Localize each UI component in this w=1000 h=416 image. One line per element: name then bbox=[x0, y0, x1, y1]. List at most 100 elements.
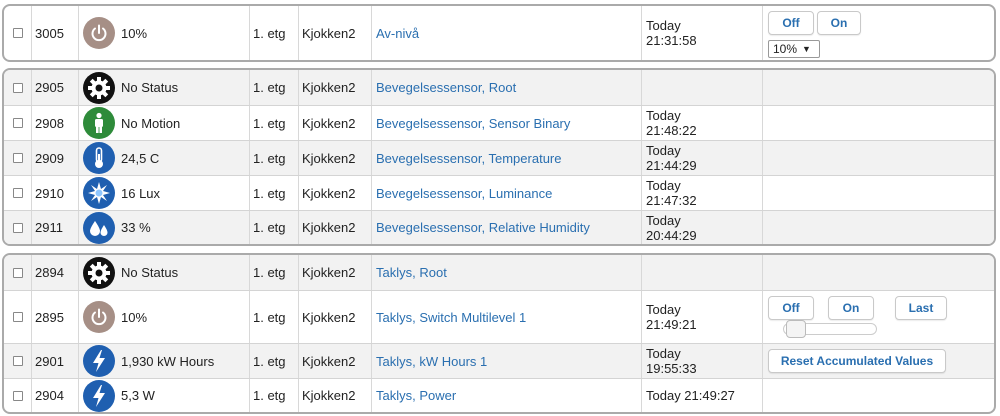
humidity-icon bbox=[83, 211, 115, 244]
status-text: 16 Lux bbox=[121, 185, 161, 201]
floor-text: 1. etg bbox=[253, 185, 286, 201]
room-text: Kjokken2 bbox=[302, 80, 356, 95]
row-checkbox[interactable] bbox=[13, 82, 23, 93]
dim-level-slider[interactable] bbox=[783, 320, 877, 338]
updated-time: 19:55:33 bbox=[646, 361, 697, 376]
gear-icon bbox=[83, 71, 115, 104]
row-checkbox[interactable] bbox=[13, 118, 23, 128]
floor-text: 1. etg bbox=[253, 388, 286, 403]
row-checkbox[interactable] bbox=[13, 267, 23, 278]
table-row: 2911 33 % 1. etg Kjokken2 Bevegelsessens… bbox=[4, 210, 994, 244]
device-id: 2909 bbox=[35, 150, 64, 166]
device-group-switch: 3005 10% 1. etg Kjokken2 Av-nivå Today 21… bbox=[2, 4, 996, 62]
on-button[interactable]: On bbox=[828, 296, 874, 320]
updated-time: Today 21:49:27 bbox=[646, 388, 735, 403]
device-id: 2901 bbox=[35, 353, 64, 369]
floor-text: 1. etg bbox=[253, 309, 286, 325]
row-checkbox[interactable] bbox=[13, 188, 23, 198]
last-button[interactable]: Last bbox=[895, 296, 947, 320]
room-text: Kjokken2 bbox=[302, 388, 356, 403]
room-text: Kjokken2 bbox=[302, 309, 356, 325]
row-checkbox[interactable] bbox=[13, 312, 23, 322]
device-name-link[interactable]: Taklys, Root bbox=[376, 255, 447, 290]
energy-icon bbox=[83, 345, 115, 377]
device-id: 2894 bbox=[35, 265, 64, 280]
device-name-link[interactable]: Taklys, Switch Multilevel 1 bbox=[376, 291, 526, 343]
updated-time: 21:49:21 bbox=[646, 317, 697, 332]
updated-day: Today bbox=[646, 108, 681, 123]
updated-time: 21:47:32 bbox=[646, 193, 697, 208]
slider-handle[interactable] bbox=[786, 320, 807, 338]
device-name-link[interactable]: Bevegelsessensor, Luminance bbox=[376, 176, 552, 210]
room-text: Kjokken2 bbox=[302, 220, 356, 235]
floor-text: 1. etg bbox=[253, 25, 286, 41]
table-row: 2908 No Motion 1. etg Kjokken2 Bevegelse… bbox=[4, 105, 994, 140]
device-id: 2911 bbox=[35, 220, 63, 235]
status-text: No Status bbox=[121, 265, 179, 280]
device-id: 2904 bbox=[35, 388, 64, 403]
room-text: Kjokken2 bbox=[302, 265, 356, 280]
floor-text: 1. etg bbox=[253, 220, 286, 235]
status-text: 24,5 C bbox=[121, 150, 160, 166]
device-id: 2905 bbox=[35, 80, 64, 95]
on-button[interactable]: On bbox=[817, 11, 861, 35]
level-select[interactable]: 10% ▼ bbox=[768, 40, 820, 58]
status-text: 10% bbox=[121, 25, 148, 41]
device-name-link[interactable]: Bevegelsessensor, Sensor Binary bbox=[376, 106, 570, 140]
updated-day: Today bbox=[646, 302, 681, 317]
updated-time: 21:48:22 bbox=[646, 123, 697, 138]
status-text: 10% bbox=[121, 309, 148, 325]
status-text: 33 % bbox=[121, 220, 151, 235]
floor-text: 1. etg bbox=[253, 80, 286, 95]
device-id: 2910 bbox=[35, 185, 64, 201]
row-checkbox[interactable] bbox=[13, 28, 23, 38]
gear-icon bbox=[83, 256, 115, 289]
luminance-icon bbox=[83, 177, 115, 209]
table-row: 2904 5,3 W 1. etg Kjokken2 Taklys, Power… bbox=[4, 378, 994, 412]
device-id: 3005 bbox=[35, 25, 64, 41]
updated-day: Today bbox=[646, 143, 681, 158]
updated-day: Today bbox=[646, 346, 681, 361]
row-checkbox[interactable] bbox=[13, 356, 23, 366]
level-select-value: 10% bbox=[773, 42, 798, 56]
updated-day: Today bbox=[646, 178, 681, 193]
device-name-link[interactable]: Taklys, Power bbox=[376, 379, 456, 412]
power-icon[interactable] bbox=[83, 301, 115, 333]
row-checkbox[interactable] bbox=[13, 153, 23, 163]
updated-time: 20:44:29 bbox=[646, 227, 697, 243]
floor-text: 1. etg bbox=[253, 265, 286, 280]
device-name-link[interactable]: Bevegelsessensor, Root bbox=[376, 70, 516, 105]
room-text: Kjokken2 bbox=[302, 353, 356, 369]
updated-time: 21:31:58 bbox=[646, 33, 697, 48]
status-text: 5,3 W bbox=[121, 388, 155, 403]
reset-accumulated-values-button[interactable]: Reset Accumulated Values bbox=[768, 349, 946, 373]
off-button[interactable]: Off bbox=[768, 296, 814, 320]
off-button[interactable]: Off bbox=[768, 11, 814, 35]
room-text: Kjokken2 bbox=[302, 25, 356, 41]
row-checkbox[interactable] bbox=[13, 222, 23, 233]
room-text: Kjokken2 bbox=[302, 115, 356, 131]
table-row: 2901 1,930 kW Hours 1. etg Kjokken2 Takl… bbox=[4, 343, 994, 378]
status-text: No Motion bbox=[121, 115, 181, 131]
status-text: No Status bbox=[121, 80, 179, 95]
chevron-down-icon: ▼ bbox=[802, 44, 811, 54]
power-icon[interactable] bbox=[83, 17, 115, 49]
row-checkbox[interactable] bbox=[13, 390, 23, 401]
device-name-link[interactable]: Bevegelsessensor, Temperature bbox=[376, 141, 561, 175]
updated-day: Today bbox=[646, 212, 681, 228]
table-row: 2905 No Status 1. etg Kjokken2 Bevegelse… bbox=[4, 70, 994, 105]
status-text: 1,930 kW Hours bbox=[121, 353, 215, 369]
device-name-link[interactable]: Av-nivå bbox=[376, 6, 419, 60]
table-row: 2895 10% 1. etg Kjokken2 Taklys, Switch … bbox=[4, 290, 994, 343]
table-row: 2910 16 Lux 1. etg Kjokken2 Bevegelsesse… bbox=[4, 175, 994, 210]
device-name-link[interactable]: Bevegelsessensor, Relative Humidity bbox=[376, 211, 590, 244]
table-row: 2909 24,5 C 1. etg Kjokken2 Bevegelsesse… bbox=[4, 140, 994, 175]
device-id: 2908 bbox=[35, 115, 64, 131]
energy-icon bbox=[83, 379, 115, 412]
device-name-link[interactable]: Taklys, kW Hours 1 bbox=[376, 344, 487, 378]
room-text: Kjokken2 bbox=[302, 185, 356, 201]
device-group-ceiling-light: 2894 No Status 1. etg Kjokken2 Taklys, R… bbox=[2, 253, 996, 414]
person-icon bbox=[83, 107, 115, 139]
room-text: Kjokken2 bbox=[302, 150, 356, 166]
updated-day: Today bbox=[646, 18, 681, 33]
